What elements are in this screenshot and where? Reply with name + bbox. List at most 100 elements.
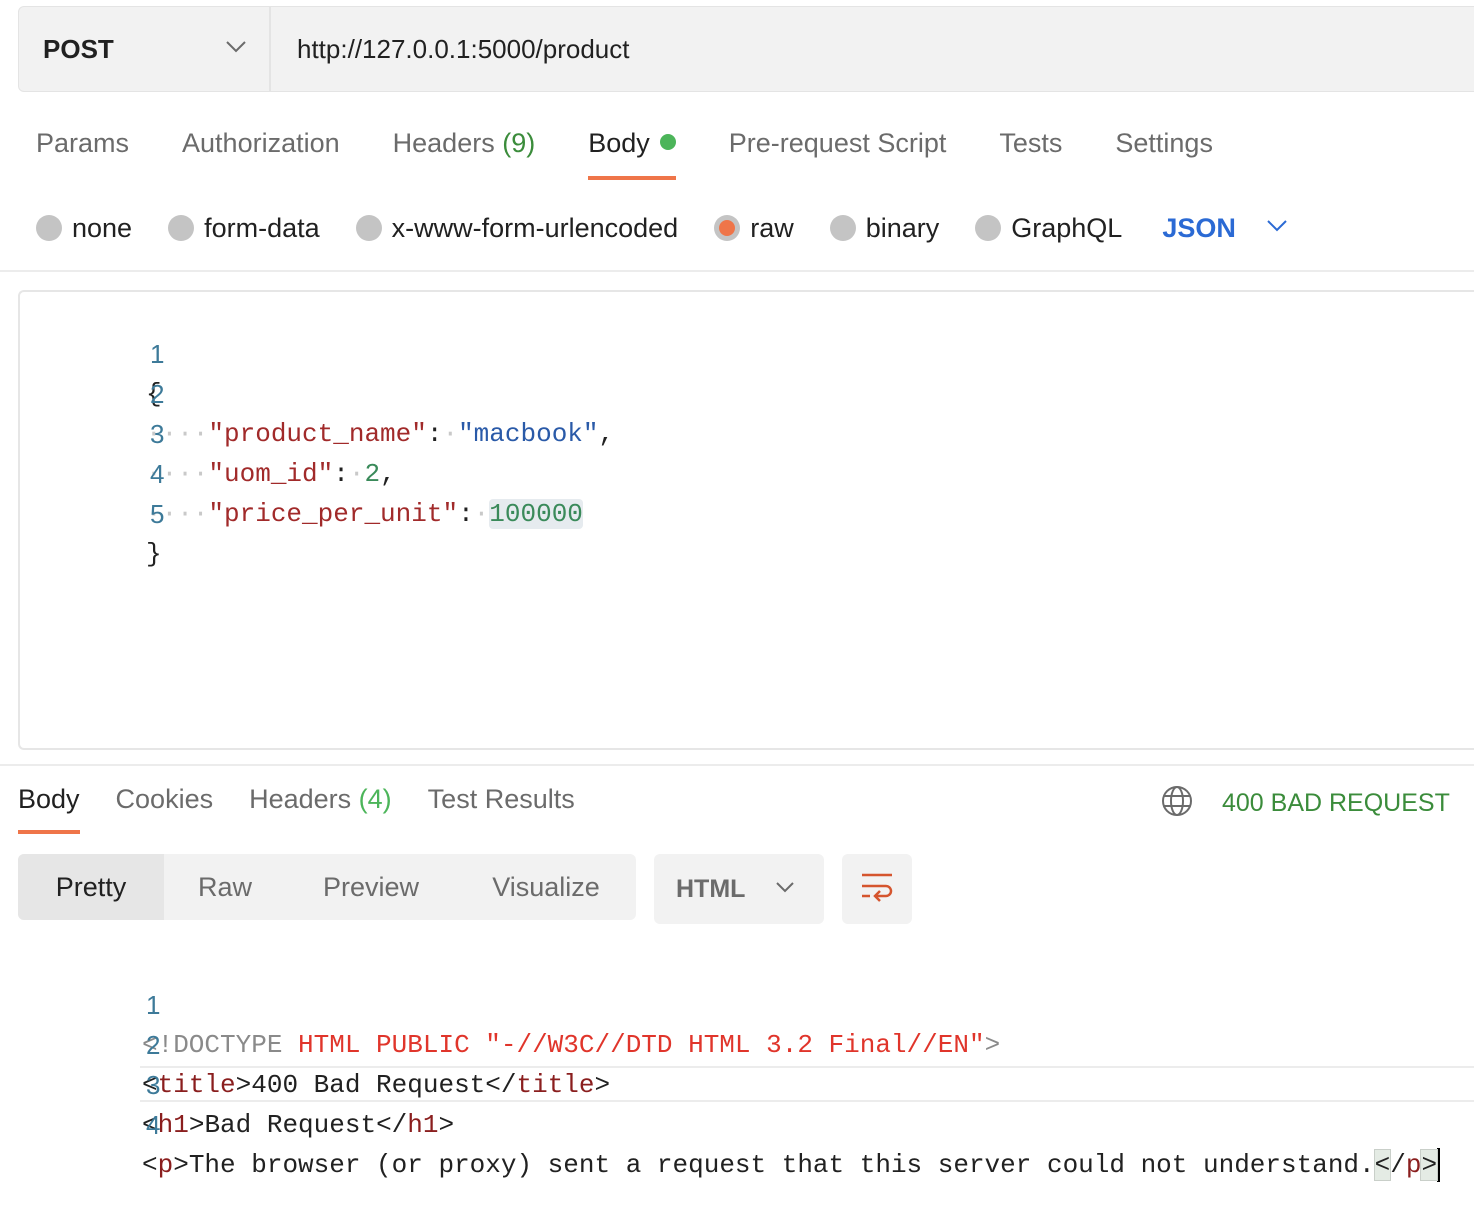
tab-label: Body bbox=[588, 128, 650, 158]
radio-circle-checked[interactable] bbox=[714, 215, 741, 241]
radio-none[interactable]: none bbox=[36, 213, 132, 244]
radio-circle[interactable] bbox=[829, 215, 856, 241]
radio-label: none bbox=[72, 212, 133, 243]
tab-pre-request-script[interactable]: Pre-request Script bbox=[729, 128, 947, 184]
tab-label: Authorization bbox=[182, 128, 340, 158]
code-line: 2 <title>400 Bad Request</title> bbox=[0, 985, 610, 1100]
request-url-bar: POST bbox=[18, 6, 1474, 92]
tab-params[interactable]: Params bbox=[36, 128, 129, 184]
wrap-lines-button[interactable] bbox=[842, 854, 912, 924]
body-type-options: none form-data x-www-form-urlencoded raw… bbox=[36, 208, 1288, 248]
json-value: "macbook" bbox=[458, 419, 599, 449]
tab-body[interactable]: Body bbox=[588, 128, 676, 184]
json-key: "price_per_unit" bbox=[208, 499, 459, 529]
line-number: 1 bbox=[145, 990, 161, 1020]
chevron-down-icon bbox=[775, 880, 795, 898]
radio-label: raw bbox=[750, 212, 794, 243]
line-number: 4 bbox=[149, 459, 165, 489]
json-value-selected: 100000 bbox=[489, 499, 583, 529]
radio-label: binary bbox=[865, 212, 940, 243]
request-body-editor[interactable]: 1 { 2 ····"product_name":·"macbook", 3 ·… bbox=[18, 290, 1474, 750]
code-line: 3 <h1>Bad Request</h1> bbox=[0, 1025, 454, 1140]
html-text: Bad Request bbox=[204, 1110, 377, 1140]
view-mode-selector: Pretty Raw Preview Visualize bbox=[18, 854, 636, 920]
line-number: 5 bbox=[149, 499, 165, 529]
response-format-label: HTML bbox=[676, 874, 746, 903]
html-text: The browser (or proxy) sent a request th… bbox=[188, 1150, 1375, 1180]
response-tab-headers[interactable]: Headers (4) bbox=[249, 784, 392, 840]
response-format-select[interactable]: HTML bbox=[654, 854, 824, 924]
tab-label: Pre-request Script bbox=[728, 128, 947, 158]
bracket-match: > bbox=[1420, 1149, 1439, 1181]
json-comma: , bbox=[380, 459, 396, 489]
wrap-lines-icon bbox=[860, 872, 894, 907]
view-mode-raw[interactable]: Raw bbox=[164, 854, 286, 920]
radio-circle[interactable] bbox=[36, 215, 62, 241]
radio-label: x-www-form-urlencoded bbox=[391, 212, 679, 243]
view-mode-preview[interactable]: Preview bbox=[286, 854, 456, 920]
close-brace: } bbox=[146, 539, 162, 569]
html-text: 400 Bad Request bbox=[251, 1070, 486, 1100]
divider bbox=[0, 764, 1474, 766]
code-line: 1 <!DOCTYPE HTML PUBLIC "-//W3C//DTD HTM… bbox=[0, 945, 1000, 1060]
tab-label: Headers bbox=[249, 784, 352, 814]
code-line: 3 ····"uom_id":·2, bbox=[20, 374, 396, 489]
tab-label: Body bbox=[18, 784, 80, 814]
radio-label: form-data bbox=[204, 212, 320, 243]
tab-label: Cookies bbox=[115, 784, 214, 814]
body-modified-dot-icon bbox=[659, 134, 676, 150]
chevron-down-icon bbox=[1266, 219, 1288, 238]
tab-tests[interactable]: Tests bbox=[999, 128, 1062, 184]
tab-label: Settings bbox=[1115, 128, 1213, 158]
json-key: "uom_id" bbox=[208, 459, 334, 489]
radio-form-data[interactable]: form-data bbox=[168, 213, 320, 244]
view-mode-visualize[interactable]: Visualize bbox=[456, 854, 636, 920]
radio-circle[interactable] bbox=[355, 215, 382, 241]
json-comma: , bbox=[598, 419, 615, 449]
response-tab-body[interactable]: Body bbox=[18, 784, 80, 840]
headers-count: (9) bbox=[502, 128, 536, 158]
divider bbox=[0, 270, 1474, 272]
line-number: 2 bbox=[149, 379, 165, 409]
radio-label: GraphQL bbox=[1011, 212, 1123, 243]
url-input[interactable] bbox=[271, 6, 1474, 92]
doctype-public: HTML PUBLIC "-//W3C//DTD HTML 3.2 Final/… bbox=[282, 1030, 985, 1060]
tab-label: Headers bbox=[392, 128, 495, 158]
radio-raw[interactable]: raw bbox=[714, 213, 794, 244]
method-label: POST bbox=[43, 33, 114, 64]
response-tabs: Body Cookies Headers (4) Test Results bbox=[18, 784, 611, 840]
status-code[interactable]: 400 BAD REQUEST bbox=[1222, 789, 1450, 818]
method-select[interactable]: POST bbox=[19, 7, 271, 91]
tab-authorization[interactable]: Authorization bbox=[182, 128, 340, 184]
tab-settings[interactable]: Settings bbox=[1115, 128, 1213, 184]
line-number: 3 bbox=[145, 1070, 161, 1100]
globe-icon[interactable] bbox=[1160, 784, 1194, 823]
bracket-match: < bbox=[1373, 1149, 1392, 1181]
html-tag: title bbox=[157, 1070, 236, 1100]
html-tag: h1 bbox=[157, 1110, 189, 1140]
radio-x-www-form-urlencoded[interactable]: x-www-form-urlencoded bbox=[355, 212, 679, 244]
request-tabs: Params Authorization Headers (9) Body Pr… bbox=[36, 128, 1266, 184]
json-key: "product_name" bbox=[208, 419, 427, 449]
html-tag: title bbox=[516, 1070, 595, 1100]
tab-headers[interactable]: Headers (9) bbox=[393, 128, 536, 184]
raw-language-label: JSON bbox=[1162, 212, 1236, 243]
code-line: 1 { bbox=[20, 294, 164, 409]
radio-graphql[interactable]: GraphQL bbox=[975, 213, 1122, 244]
code-line: 2 ····"product_name":·"macbook", bbox=[20, 334, 614, 449]
line-number: 2 bbox=[145, 1030, 161, 1060]
radio-binary[interactable]: binary bbox=[829, 212, 940, 244]
radio-circle[interactable] bbox=[168, 215, 195, 241]
response-tab-cookies[interactable]: Cookies bbox=[116, 784, 214, 840]
code-line: 4 ····"price_per_unit":·100000 bbox=[20, 414, 583, 529]
headers-count: (4) bbox=[358, 784, 392, 814]
view-mode-pretty[interactable]: Pretty bbox=[18, 854, 164, 920]
response-tab-test-results[interactable]: Test Results bbox=[428, 784, 575, 840]
code-line: 5 } bbox=[20, 454, 164, 569]
tab-label: Tests bbox=[999, 128, 1063, 158]
html-tag: h1 bbox=[407, 1110, 439, 1140]
radio-circle[interactable] bbox=[975, 215, 1002, 241]
line-number: 3 bbox=[149, 419, 165, 449]
line-number: 1 bbox=[149, 339, 165, 369]
raw-language-select[interactable]: JSON bbox=[1162, 213, 1288, 244]
